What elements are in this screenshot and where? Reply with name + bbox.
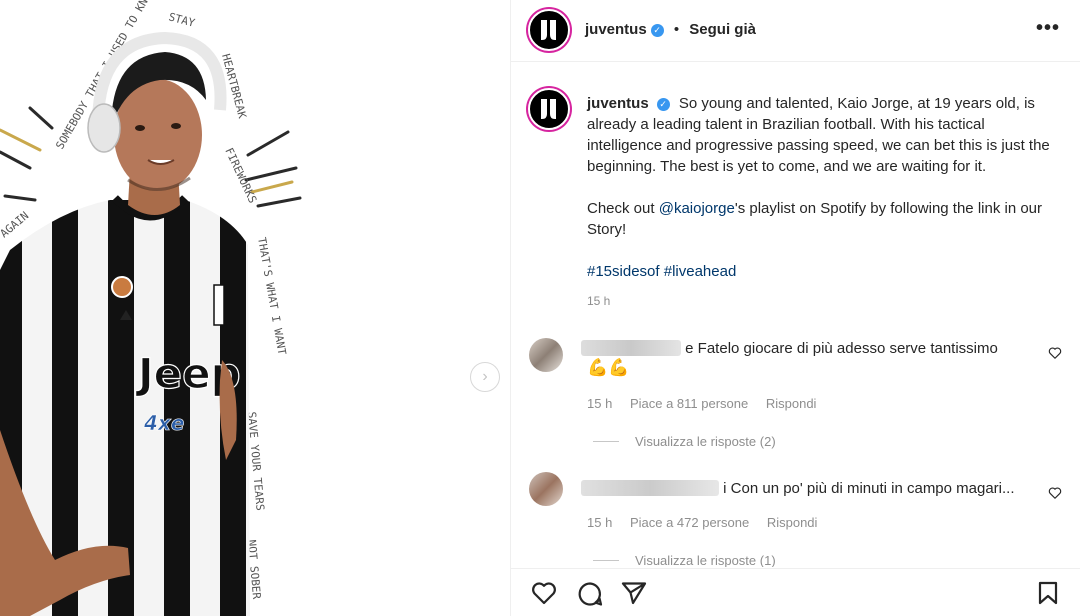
comment-likes[interactable]: Piace a 472 persone <box>630 515 749 530</box>
divider-line <box>593 441 619 442</box>
commenter-avatar[interactable] <box>529 472 563 506</box>
caption-p2-prefix: Check out <box>587 200 659 217</box>
comment-2-meta: 15 h Piace a 472 persone Rispondi <box>587 515 831 530</box>
juventus-logo-icon <box>541 20 556 40</box>
next-image-button[interactable]: › <box>470 362 500 392</box>
commenter-avatar[interactable] <box>529 338 563 372</box>
header-user-line: juventus ✓ • Segui già <box>585 21 756 38</box>
comment-1-text: e Fatelo giocare di più adesso serve tan… <box>685 340 998 357</box>
account-avatar[interactable] <box>528 9 570 51</box>
hashtag-link[interactable]: #15sidesof <box>587 263 660 280</box>
reply-button[interactable]: Rispondi <box>766 396 817 411</box>
jersey-sponsor-sub: 4xe <box>143 411 184 435</box>
comment-time[interactable]: 15 h <box>587 515 612 530</box>
caption-paragraph-1: So young and talented, Kaio Jorge, at 19… <box>587 95 1050 175</box>
view-replies-button[interactable]: Visualizza le risposte (1) <box>593 553 776 567</box>
caption-avatar[interactable] <box>528 88 570 130</box>
chevron-right-icon: › <box>482 368 488 385</box>
account-username[interactable]: juventus <box>585 21 647 38</box>
svg-text:STAY: STAY <box>167 10 196 30</box>
comment-icon[interactable] <box>577 581 603 607</box>
juventus-logo-icon <box>541 99 556 119</box>
comment-2-text-line: i Con un po' più di minuti in campo maga… <box>581 480 1015 497</box>
svg-text:THAT'S WHAT I WANT: THAT'S WHAT I WANT <box>255 236 289 356</box>
svg-text:AGAIN: AGAIN <box>0 209 31 240</box>
heart-icon[interactable] <box>1048 486 1062 500</box>
post-caption: juventus ✓ So young and talented, Kaio Jo… <box>587 93 1057 303</box>
heart-icon[interactable] <box>531 581 557 605</box>
share-icon[interactable] <box>621 581 647 605</box>
post-media[interactable]: SOMEBODY THAT I USED TO KNOW STAY HEARTB… <box>0 0 511 616</box>
view-replies-label: Visualizza le risposte (2) <box>635 434 776 449</box>
follow-status-button[interactable]: Segui già <box>689 21 756 38</box>
post-photo-kaio-jorge: SOMEBODY THAT I USED TO KNOW STAY HEARTB… <box>0 0 302 616</box>
bookmark-icon[interactable] <box>1037 581 1059 605</box>
view-replies-label: Visualizza le risposte (1) <box>635 553 776 567</box>
svg-text:FIREWORKS: FIREWORKS <box>222 146 259 206</box>
verified-icon: ✓ <box>650 24 664 37</box>
post-timestamp[interactable]: 15 h <box>587 294 610 308</box>
comment-likes[interactable]: Piace a 811 persone <box>630 396 748 411</box>
post-header: juventus ✓ • Segui già ••• <box>511 0 1080 62</box>
post-sidebar: juventus ✓ • Segui già ••• juventus ✓ So y… <box>511 0 1080 616</box>
view-replies-button[interactable]: Visualizza le risposte (2) <box>593 434 776 449</box>
divider-line <box>593 560 619 561</box>
mention-link[interactable]: @kaiojorge <box>659 200 735 217</box>
blurred-username[interactable] <box>581 340 681 356</box>
comment-1-emoji: 💪💪 <box>587 358 630 377</box>
more-options-icon[interactable]: ••• <box>1036 17 1060 40</box>
comment-1-meta: 15 h Piace a 811 persone Rispondi <box>587 396 830 411</box>
comment-time[interactable]: 15 h <box>587 396 612 411</box>
hashtag-link[interactable]: #liveahead <box>664 263 737 280</box>
caption-username[interactable]: juventus <box>587 95 649 112</box>
separator-dot: • <box>673 21 680 38</box>
comment-1-text-line: e Fatelo giocare di più adesso serve tan… <box>581 340 998 357</box>
verified-icon: ✓ <box>656 98 670 111</box>
blurred-username[interactable] <box>581 480 719 496</box>
heart-icon[interactable] <box>1048 346 1062 360</box>
reply-button[interactable]: Rispondi <box>767 515 818 530</box>
post-action-bar <box>511 568 1080 616</box>
comment-2-text: i Con un po' più di minuti in campo maga… <box>723 480 1015 497</box>
